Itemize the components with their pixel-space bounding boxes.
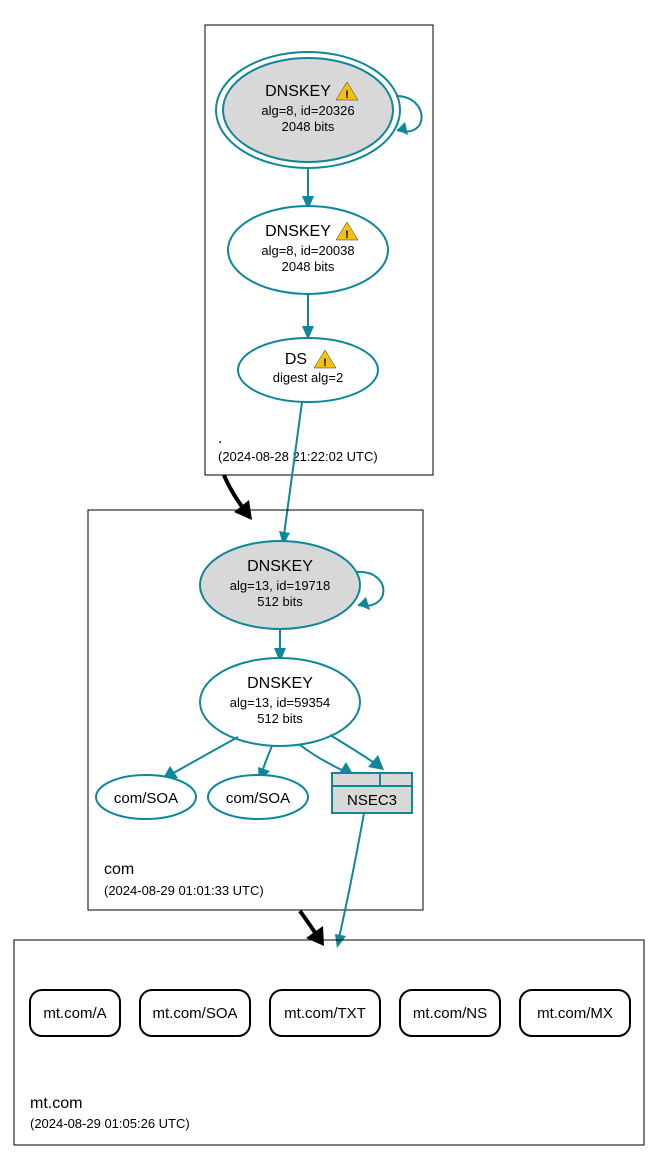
zone-mt-box xyxy=(14,940,644,1145)
svg-text:digest alg=2: digest alg=2 xyxy=(273,370,343,385)
svg-text:alg=13, id=19718: alg=13, id=19718 xyxy=(230,578,330,593)
edge-com-zsk-nsec3-b xyxy=(330,735,376,764)
mt-record-ns: mt.com/NS xyxy=(400,990,500,1036)
svg-text:mt.com/SOA: mt.com/SOA xyxy=(152,1005,237,1022)
svg-text:DNSKEY: DNSKEY xyxy=(265,83,331,100)
root-zsk: DNSKEY alg=8, id=20038 2048 bits ! xyxy=(228,206,388,294)
root-ksk: DNSKEY alg=8, id=20326 2048 bits ! xyxy=(216,52,422,168)
edge-root-to-com-zone xyxy=(224,475,243,508)
svg-text:DNSKEY: DNSKEY xyxy=(247,675,313,692)
svg-text:!: ! xyxy=(345,89,349,101)
edge-com-zsk-soa2 xyxy=(262,746,272,772)
edge-com-zsk-nsec3-a xyxy=(300,745,346,772)
zone-com-label: com xyxy=(104,861,134,878)
zone-root-label: . xyxy=(218,430,222,447)
svg-text:2048 bits: 2048 bits xyxy=(282,259,335,274)
svg-text:mt.com/NS: mt.com/NS xyxy=(413,1005,487,1022)
svg-text:DS: DS xyxy=(285,351,307,368)
svg-text:512 bits: 512 bits xyxy=(257,594,303,609)
svg-text:512 bits: 512 bits xyxy=(257,711,303,726)
svg-text:mt.com/TXT: mt.com/TXT xyxy=(284,1005,366,1022)
svg-text:DNSKEY: DNSKEY xyxy=(247,558,313,575)
svg-text:alg=13, id=59354: alg=13, id=59354 xyxy=(230,695,330,710)
svg-text:!: ! xyxy=(345,229,349,241)
com-soa-left: com/SOA xyxy=(96,775,196,819)
svg-text:mt.com/MX: mt.com/MX xyxy=(537,1005,613,1022)
com-ksk: DNSKEY alg=13, id=19718 512 bits xyxy=(200,541,383,629)
root-ds: DS digest alg=2 ! xyxy=(238,338,378,402)
svg-text:alg=8, id=20038: alg=8, id=20038 xyxy=(261,243,354,258)
mt-record-soa: mt.com/SOA xyxy=(140,990,250,1036)
mt-record-txt: mt.com/TXT xyxy=(270,990,380,1036)
zone-mt-label: mt.com xyxy=(30,1095,82,1112)
svg-text:NSEC3: NSEC3 xyxy=(347,792,397,809)
com-zsk: DNSKEY alg=13, id=59354 512 bits xyxy=(200,658,360,746)
svg-text:!: ! xyxy=(323,357,327,369)
com-soa-right: com/SOA xyxy=(208,775,308,819)
mt-record-a: mt.com/A xyxy=(30,990,120,1036)
svg-text:mt.com/A: mt.com/A xyxy=(43,1005,106,1022)
self-loop-arrow xyxy=(357,572,383,606)
edge-com-to-mt-zone xyxy=(300,911,316,934)
edge-nsec3-to-mt xyxy=(339,813,364,938)
com-nsec3: NSEC3 xyxy=(332,773,412,813)
edge-ds-to-com-ksk xyxy=(284,402,302,535)
zone-root-timestamp: (2024-08-28 21:22:02 UTC) xyxy=(218,449,378,464)
svg-text:DNSKEY: DNSKEY xyxy=(265,223,331,240)
svg-text:com/SOA: com/SOA xyxy=(114,790,178,807)
zone-mt-timestamp: (2024-08-29 01:05:26 UTC) xyxy=(30,1116,190,1131)
edge-com-zsk-soa1 xyxy=(170,737,238,775)
zone-com-timestamp: (2024-08-29 01:01:33 UTC) xyxy=(104,883,264,898)
svg-text:com/SOA: com/SOA xyxy=(226,790,290,807)
svg-text:2048 bits: 2048 bits xyxy=(282,119,335,134)
dnssec-diagram: . (2024-08-28 21:22:02 UTC) DNSKEY alg=8… xyxy=(0,0,659,1160)
svg-text:alg=8, id=20326: alg=8, id=20326 xyxy=(261,103,354,118)
mt-record-mx: mt.com/MX xyxy=(520,990,630,1036)
